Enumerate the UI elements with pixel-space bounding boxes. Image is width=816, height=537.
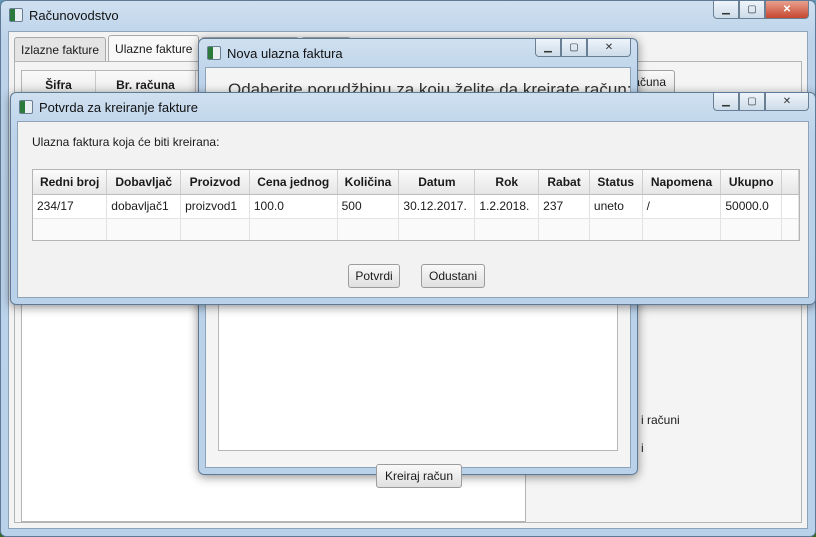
maximize-icon[interactable]: ▢	[739, 93, 765, 111]
empty-cell	[720, 218, 783, 240]
potvrda-titlebar[interactable]: Potvrda za kreiranje fakture ▁ ▢ ✕	[11, 93, 815, 121]
column-header-filler	[781, 170, 799, 195]
tab-izlazne-fakture[interactable]: Izlazne fakture	[14, 37, 107, 61]
empty-cell	[589, 218, 643, 240]
column-header-status[interactable]: Status	[589, 170, 643, 195]
potvrda-client-area: Ulazna faktura koja će biti kreirana: Re…	[17, 121, 809, 298]
potvrdi-button[interactable]: Potvrdi	[348, 264, 400, 288]
cell-cena-jednog: 100.0	[249, 194, 338, 219]
cell-redni-broj: 234/17	[33, 194, 108, 219]
close-icon[interactable]: ✕	[765, 93, 809, 111]
column-header-cena-jednog[interactable]: Cena jednog	[249, 170, 338, 195]
main-titlebar[interactable]: Računovodstvo ▁ ▢ ✕	[1, 1, 815, 29]
tab-ulazne-fakture[interactable]: Ulazne fakture	[108, 35, 200, 61]
column-header-kolicina[interactable]: Količina	[337, 170, 400, 195]
empty-cell	[180, 218, 250, 240]
cell-napomena: /	[642, 194, 722, 219]
cell-datum: 30.12.2017.	[398, 194, 476, 219]
column-header-redni-broj[interactable]: Redni broj	[33, 170, 108, 195]
kreiraj-racun-button[interactable]: Kreiraj račun	[376, 464, 463, 488]
potvrda-dialog: Potvrda za kreiranje fakture ▁ ▢ ✕ Ulazn…	[10, 92, 816, 305]
empty-cell	[106, 218, 182, 240]
nova-titlebar[interactable]: Nova ulazna faktura ▁ ▢ ✕	[199, 39, 637, 67]
nova-window-title: Nova ulazna faktura	[227, 45, 343, 61]
faktura-preview-table[interactable]: Redni broj Dobavljač Proizvod Cena jedno…	[32, 169, 800, 241]
column-header-proizvod[interactable]: Proizvod	[180, 170, 250, 195]
cell-rok: 1.2.2018.	[474, 194, 540, 219]
potvrda-app-icon	[19, 100, 33, 114]
column-header-rabat[interactable]: Rabat	[538, 170, 590, 195]
table-header-row: Redni broj Dobavljač Proizvod Cena jedno…	[33, 170, 799, 195]
minimize-icon[interactable]: ▁	[713, 93, 739, 111]
odustani-button[interactable]: Odustani	[421, 264, 485, 288]
empty-cell	[398, 218, 476, 240]
background-label-i: i	[641, 441, 644, 455]
cell-status: uneto	[589, 194, 643, 219]
cell-dobavljac: dobavljač1	[106, 194, 182, 219]
table-row[interactable]: 234/17 dobavljač1 proizvod1 100.0 500 30…	[33, 194, 799, 219]
empty-cell	[33, 218, 108, 240]
empty-cell	[642, 218, 722, 240]
maximize-icon[interactable]: ▢	[561, 39, 587, 57]
empty-table-row	[33, 218, 799, 240]
column-header-rok[interactable]: Rok	[474, 170, 540, 195]
empty-cell	[474, 218, 540, 240]
cell-filler	[781, 194, 799, 219]
potvrda-description-label: Ulazna faktura koja će biti kreirana:	[32, 135, 220, 149]
maximize-icon[interactable]: ▢	[739, 1, 765, 19]
column-header-dobavljac[interactable]: Dobavljač	[106, 170, 182, 195]
column-header-napomena[interactable]: Napomena	[642, 170, 722, 195]
cell-rabat: 237	[538, 194, 590, 219]
cell-ukupno: 50000.0	[720, 194, 783, 219]
nova-app-icon	[207, 46, 221, 60]
cell-proizvod: proizvod1	[180, 194, 250, 219]
close-icon[interactable]: ✕	[765, 1, 809, 19]
background-label-racuni: i računi	[641, 413, 680, 427]
potvrda-window-title: Potvrda za kreiranje fakture	[39, 99, 198, 115]
main-window-title: Računovodstvo	[29, 7, 119, 23]
empty-cell	[538, 218, 590, 240]
minimize-icon[interactable]: ▁	[535, 39, 561, 57]
close-icon[interactable]: ✕	[587, 39, 631, 57]
empty-cell	[249, 218, 338, 240]
app-icon	[9, 8, 23, 22]
column-header-datum[interactable]: Datum	[398, 170, 476, 195]
column-header-ukupno[interactable]: Ukupno	[720, 170, 783, 195]
cell-kolicina: 500	[337, 194, 400, 219]
minimize-icon[interactable]: ▁	[713, 1, 739, 19]
empty-cell	[781, 218, 799, 240]
empty-cell	[337, 218, 400, 240]
